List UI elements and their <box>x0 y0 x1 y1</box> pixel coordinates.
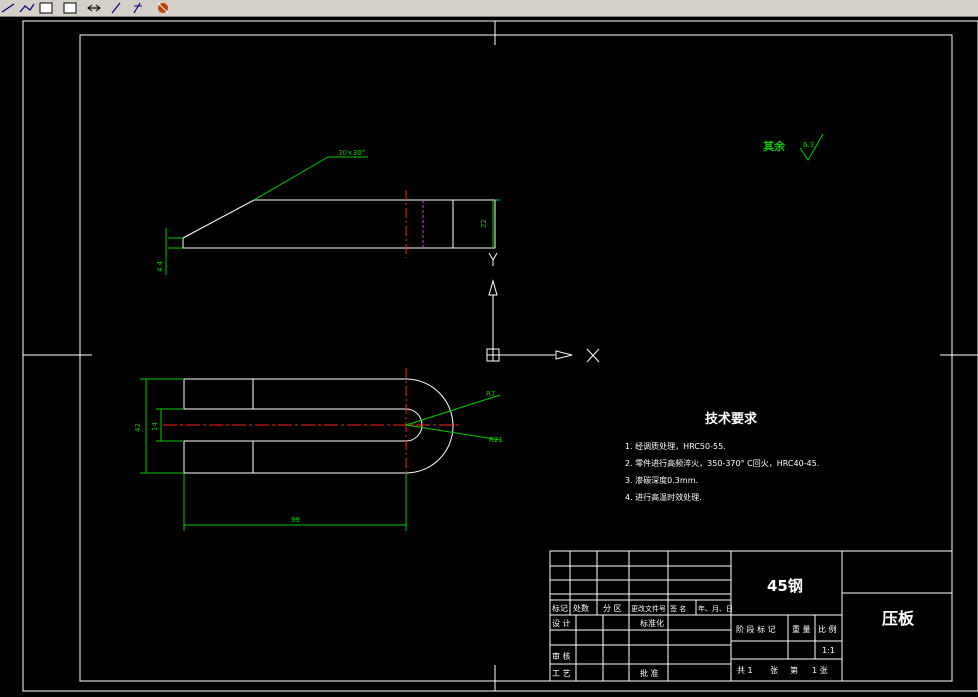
tb-r-standard: 标准化 <box>640 618 664 628</box>
tb-sheet-word: 张 <box>770 666 778 675</box>
tb-h-mark: 标记 <box>552 603 568 613</box>
toolbar-icons <box>1 2 169 14</box>
dim-height-side: 22 <box>480 219 488 228</box>
dim-small-side: 4.4 <box>156 260 164 272</box>
tb-h-doc: 更改文件号 <box>631 604 666 613</box>
tech-item-3: 3. 渗碳深度0.3mm. <box>625 475 698 485</box>
side-view: 30×30° 22 4.4 <box>156 149 500 275</box>
copy-tool-icon[interactable] <box>63 2 77 14</box>
tech-item-4: 4. 进行高温时效处理. <box>625 492 702 502</box>
tb-h-zone: 分 区 <box>603 604 622 613</box>
roughness-value: 6.3 <box>803 141 814 149</box>
move-tool-icon[interactable] <box>87 4 101 12</box>
rectangle-tool-icon[interactable] <box>39 2 53 14</box>
tb-stage-label: 阶 段 标 记 <box>736 624 776 634</box>
tech-item-1: 1. 经调质处理，HRC50-55. <box>625 441 726 451</box>
tech-item-2: 2. 零件进行高频淬火，350-370° C回火，HRC40-45. <box>625 458 819 468</box>
cad-drawing: 30×30° 22 4.4 42 14 99 R7 R21 其余 6.3 技术要… <box>22 20 978 692</box>
polyline-tool-icon[interactable] <box>19 3 35 13</box>
drawing-canvas[interactable]: 30×30° 22 4.4 42 14 99 R7 R21 其余 6.3 技术要… <box>0 17 978 693</box>
tb-r-design: 设 计 <box>552 618 571 628</box>
plan-view: 42 14 99 R7 R21 <box>134 368 503 531</box>
explode-tool-icon[interactable] <box>157 2 169 14</box>
line-tool-icon[interactable] <box>1 3 15 13</box>
tb-r-approve: 批 准 <box>640 668 659 678</box>
tb-r-process: 工 艺 <box>552 669 571 678</box>
tb-r-review: 审 核 <box>552 651 571 661</box>
tb-material: 45钢 <box>767 577 803 595</box>
tech-title: 技术要求 <box>705 411 758 427</box>
tb-h-sign: 签 名 <box>670 604 686 613</box>
roughness-symbol: 其余 6.3 <box>763 133 824 161</box>
title-block: 45钢 压板 标记 处数 分 区 更改文件号 签 名 年、月、日 设 计 标准化… <box>549 550 953 682</box>
dim-r1: R7 <box>486 390 495 398</box>
roughness-prefix: 其余 <box>763 139 786 153</box>
trim-tool-icon[interactable] <box>133 2 142 14</box>
tb-scale-label: 比 例 <box>818 624 837 634</box>
tb-weight-label: 重 量 <box>792 624 811 634</box>
dim-length: 99 <box>291 516 300 524</box>
ucs-icon <box>486 252 600 363</box>
tb-h-date: 年、月、日 <box>698 604 733 613</box>
dim-width-plan: 42 <box>134 423 142 432</box>
dim-r2: R21 <box>489 436 503 444</box>
tech-requirements: 技术要求 1. 经调质处理，HRC50-55. 2. 零件进行高频淬火，350-… <box>625 411 819 502</box>
tb-scale-value: 1:1 <box>822 646 835 655</box>
tb-h-count: 处数 <box>573 603 589 613</box>
dim-slot: 14 <box>151 422 159 431</box>
tb-sheet-no: 第 <box>790 665 798 675</box>
toolbar <box>0 0 978 17</box>
tb-sheet-total: 共 1 <box>737 666 753 675</box>
drawing-border <box>22 20 978 692</box>
extend-tool-icon[interactable] <box>111 2 121 14</box>
chamfer-note: 30×30° <box>338 149 365 157</box>
tb-part-name: 压板 <box>882 609 915 628</box>
tb-sheet-count: 1 张 <box>812 666 828 675</box>
